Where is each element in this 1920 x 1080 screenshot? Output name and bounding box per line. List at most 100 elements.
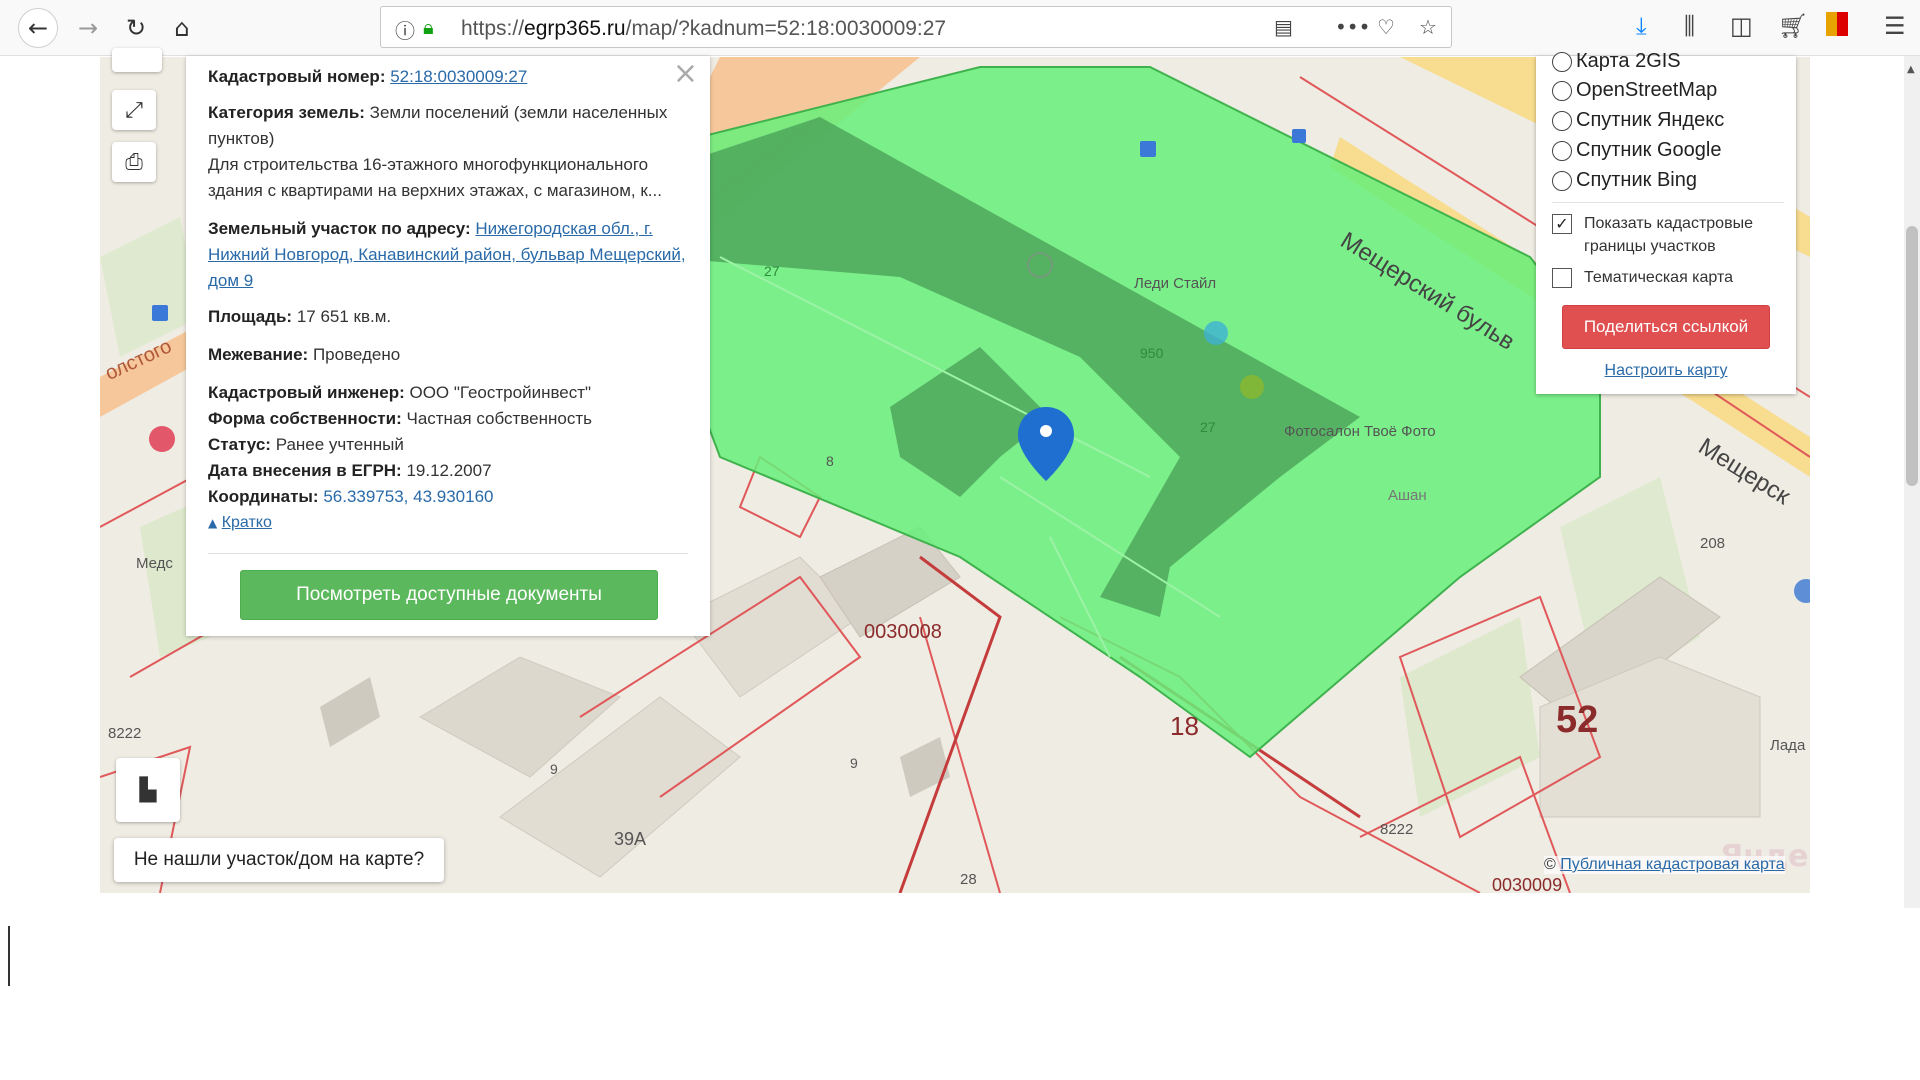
home-button[interactable]: ⌂ <box>162 8 202 48</box>
page-scrollbar[interactable]: ▲ <box>1904 56 1920 908</box>
radio-button[interactable] <box>1552 140 1572 161</box>
cadastral-number-link[interactable]: 52:18:0030009:27 <box>390 67 527 86</box>
view-documents-button[interactable]: Посмотреть доступные документы <box>240 570 658 620</box>
info-icon[interactable]: ⓘ <box>395 15 415 44</box>
ownership-value: Частная собственность <box>406 409 592 428</box>
category-row: Категория земель: Земли поселений (земли… <box>208 100 688 152</box>
setup-map-link[interactable]: Настроить карту <box>1536 362 1796 380</box>
layer-option-bing-sat[interactable]: Спутник Bing <box>1552 169 1697 192</box>
number-label: 27 <box>764 263 780 279</box>
caret-up-icon: ▲ <box>208 516 218 530</box>
number-label: 27 <box>1200 419 1216 435</box>
radio-button[interactable] <box>1552 170 1572 191</box>
brief-link[interactable]: Кратко <box>222 514 272 531</box>
share-link-button[interactable]: Поделиться ссылкой <box>1562 305 1770 349</box>
radio-button[interactable] <box>1552 110 1572 131</box>
scroll-thumb[interactable] <box>1906 226 1918 486</box>
number-label: 28 <box>960 871 977 888</box>
back-button[interactable]: ← <box>18 8 58 48</box>
number-label: 8222 <box>108 725 142 742</box>
layer-option-yandex-sat[interactable]: Спутник Яндекс <box>1552 109 1724 132</box>
poi-label: Леди Стайл <box>1134 275 1217 292</box>
date-value: 19.12.2007 <box>406 461 492 480</box>
thematic-option[interactable]: Тематическая карта <box>1552 266 1733 289</box>
sidebar-icon[interactable]: ◫ <box>1730 12 1753 40</box>
layer-option-google-sat[interactable]: Спутник Google <box>1552 139 1721 162</box>
ruler-button[interactable]: ▙ <box>116 758 180 822</box>
status-label: Статус: <box>208 435 271 454</box>
survey-value: Проведено <box>312 345 401 364</box>
layer-label: Спутник Google <box>1576 139 1722 161</box>
arrow-left-icon: ← <box>27 14 49 42</box>
expand-icon: ⤢ <box>125 97 143 123</box>
url-domain: egrp365.ru <box>524 17 626 40</box>
ownership-label: Форма собственности: <box>208 409 402 428</box>
show-borders-checkbox[interactable]: ✓ <box>1552 214 1572 234</box>
area-value: 17 651 кв.м. <box>296 307 392 326</box>
date-label: Дата внесения в ЕГРН: <box>208 461 402 480</box>
quarter-label: 0030008 <box>864 621 942 643</box>
number-label: 9 <box>550 761 558 777</box>
forward-button[interactable]: → <box>68 8 108 48</box>
number-label: 9 <box>850 755 858 771</box>
print-button[interactable]: ⎙ <box>112 142 156 182</box>
pocket-icon[interactable]: ♡ <box>1377 15 1395 39</box>
show-borders-option[interactable]: ✓ Показать кадастровые границы участков <box>1552 212 1788 258</box>
coords-row: Координаты: 56.339753, 43.930160 <box>208 484 688 510</box>
number-label: 208 <box>1700 535 1726 552</box>
area-row: Площадь: 17 651 кв.м. <box>208 304 688 330</box>
address-row: Земельный участок по адресу: Нижегородск… <box>208 216 688 294</box>
url-scheme: https:// <box>461 17 525 40</box>
url-text[interactable]: https://egrp365.ru/map/?kadnum=52:18:003… <box>461 17 946 41</box>
radio-button[interactable] <box>1552 51 1572 72</box>
reader-view-icon[interactable]: ▤ <box>1274 15 1293 39</box>
divider <box>1552 202 1784 203</box>
fullscreen-button[interactable]: ⤢ <box>112 90 156 130</box>
coords-link[interactable]: 56.339753, 43.930160 <box>323 487 493 506</box>
library-icon[interactable]: ⫼ <box>1684 12 1695 40</box>
layer-label: Карта 2GIS <box>1576 50 1681 72</box>
brief-row: ▲ Кратко <box>208 510 688 536</box>
radio-button[interactable] <box>1552 80 1572 101</box>
thematic-label: Тематическая карта <box>1584 269 1734 286</box>
not-found-button[interactable]: Не нашли участок/дом на карте? <box>114 838 444 882</box>
reload-button[interactable]: ↻ <box>116 8 156 48</box>
cadastral-label: Кадастровый номер: <box>208 67 386 86</box>
survey-row: Межевание: Проведено <box>208 342 688 368</box>
thematic-checkbox[interactable] <box>1552 268 1572 288</box>
map-control-top[interactable] <box>112 48 162 72</box>
parcel-info-panel: × Кадастровый номер: 52:18:0030009:27 Ка… <box>186 56 710 636</box>
region-label: 52 <box>1556 699 1599 741</box>
poi-label: Лада <box>1770 737 1806 754</box>
area-label: Площадь: <box>208 307 293 326</box>
extension-flag-icon[interactable] <box>1826 12 1848 42</box>
poi-label: Фотосалон Твоё Фото <box>1284 423 1436 440</box>
layer-option-osm[interactable]: OpenStreetMap <box>1552 79 1717 102</box>
download-icon[interactable]: ⤓ <box>1636 12 1647 40</box>
status-value: Ранее учтенный <box>275 435 404 454</box>
copyright-symbol: © <box>1544 856 1556 873</box>
number-label: 8222 <box>1380 821 1414 838</box>
layer-label: Спутник Bing <box>1576 169 1697 191</box>
engineer-value: ООО "Геостройинвест" <box>409 383 592 402</box>
reload-icon: ↻ <box>125 14 147 42</box>
date-row: Дата внесения в ЕГРН: 19.12.2007 <box>208 458 688 484</box>
more-icon[interactable]: ••• <box>1335 15 1370 39</box>
lock-icon[interactable]: 🔒︎ <box>423 15 434 39</box>
number-label: 39А <box>614 829 647 849</box>
menu-icon[interactable]: ☰ <box>1884 12 1906 40</box>
number-label: 8 <box>826 453 834 469</box>
address-label: Земельный участок по адресу: <box>208 219 471 238</box>
attribution-link[interactable]: Публичная кадастровая карта <box>1560 856 1784 873</box>
bookmark-star-icon[interactable]: ☆ <box>1419 15 1437 39</box>
browser-toolbar: ← → ↻ ⌂ ⓘ 🔒︎ https://egrp365.ru/map/?kad… <box>0 0 1920 56</box>
district-label: 18 <box>1170 711 1199 741</box>
arrow-right-icon: → <box>77 14 99 42</box>
url-path: /map/?kadnum=52:18:0030009:27 <box>625 17 947 40</box>
quarter-label: 0030009 <box>1492 875 1563 893</box>
address-bar[interactable]: ⓘ 🔒︎ https://egrp365.ru/map/?kadnum=52:1… <box>380 6 1452 48</box>
cart-icon[interactable]: 🛒︎ <box>1778 12 1808 40</box>
engineer-row: Кадастровый инженер: ООО "Геостройинвест… <box>208 380 688 406</box>
layer-option-2gis[interactable]: Карта 2GIS <box>1552 50 1681 73</box>
scroll-up-icon[interactable]: ▲ <box>1907 64 1915 75</box>
